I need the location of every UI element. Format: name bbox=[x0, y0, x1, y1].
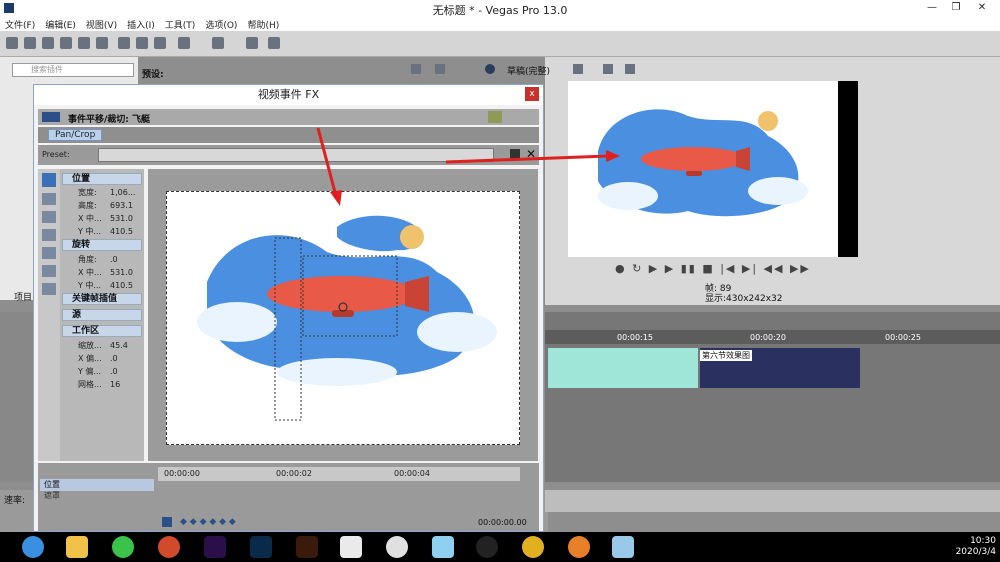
folder-icon[interactable] bbox=[66, 536, 88, 558]
clock-date: 2020/3/4 bbox=[955, 547, 996, 557]
app-icon-4[interactable] bbox=[568, 536, 590, 558]
premiere-icon[interactable] bbox=[204, 536, 226, 558]
app-icon-2[interactable] bbox=[386, 536, 408, 558]
vegas-icon[interactable] bbox=[340, 536, 362, 558]
clock-time: 10:30 bbox=[970, 536, 996, 546]
qq-icon[interactable] bbox=[476, 536, 498, 558]
annotation-arrows bbox=[316, 127, 620, 206]
illustrator-icon[interactable] bbox=[296, 536, 318, 558]
app-icon-5[interactable] bbox=[612, 536, 634, 558]
browser-icon[interactable] bbox=[22, 536, 44, 558]
wechat-icon[interactable] bbox=[112, 536, 134, 558]
powerpoint-icon[interactable] bbox=[158, 536, 180, 558]
system-clock[interactable]: 10:30 2020/3/4 bbox=[936, 536, 996, 558]
windows-taskbar bbox=[0, 532, 1000, 562]
chrome-icon[interactable] bbox=[522, 536, 544, 558]
app-icon-3[interactable] bbox=[432, 536, 454, 558]
photoshop-icon[interactable] bbox=[250, 536, 272, 558]
